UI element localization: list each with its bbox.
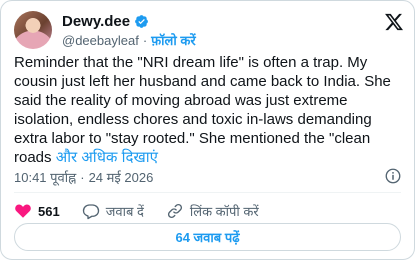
- tweet-header: Dewy.dee @deebayleaf · फ़ॉलो करें: [14, 10, 404, 50]
- verified-badge-icon: [135, 15, 148, 28]
- info-icon[interactable]: [384, 167, 402, 185]
- follow-button[interactable]: फ़ॉलो करें: [151, 31, 195, 49]
- reply-label: जवाब दें: [105, 204, 144, 219]
- tweet-timestamp[interactable]: 10:41 पूर्वाह्न · 24 मई 2026: [14, 168, 153, 186]
- copy-link-label: लिंक कॉपी करें: [189, 204, 259, 219]
- heart-icon: [15, 204, 31, 218]
- meta-separator: ·: [80, 169, 85, 185]
- reply-button[interactable]: जवाब दें: [82, 202, 144, 220]
- separator-dot: ·: [142, 32, 148, 48]
- display-name[interactable]: Dewy.dee: [62, 13, 130, 30]
- tweet-text: Reminder that the "NRI dream life" is of…: [14, 53, 406, 167]
- copy-link-button[interactable]: लिंक कॉपी करें: [166, 202, 259, 220]
- x-logo-icon[interactable]: [384, 12, 404, 32]
- avatar[interactable]: [14, 11, 52, 49]
- reply-bubble-icon: [82, 204, 99, 220]
- like-button[interactable]: 561: [14, 202, 60, 220]
- action-bar: 561 जवाब दें लिंक कॉपी करें: [14, 202, 281, 220]
- read-replies-button[interactable]: 64 जवाब पढ़ें: [14, 223, 401, 251]
- name-row: Dewy.dee: [62, 13, 149, 30]
- link-icon: [167, 203, 182, 219]
- tweet-date: 24 मई 2026: [88, 170, 154, 185]
- user-handle[interactable]: @deebayleaf: [62, 33, 139, 48]
- handle-row: @deebayleaf · फ़ॉलो करें: [62, 31, 196, 49]
- show-more-link[interactable]: और अधिक दिखाएं: [56, 149, 158, 166]
- like-count: 561: [38, 203, 60, 219]
- tweet-time: 10:41 पूर्वाह्न: [14, 170, 77, 185]
- tweet-card: Dewy.dee @deebayleaf · फ़ॉलो करें Remind…: [0, 0, 415, 260]
- divider: [14, 192, 401, 193]
